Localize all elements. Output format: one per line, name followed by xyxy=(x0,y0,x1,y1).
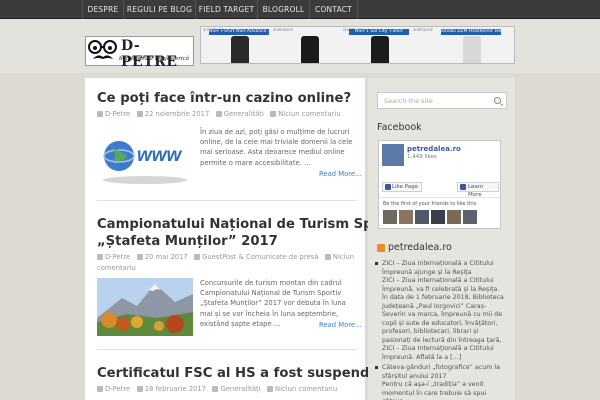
user-icon xyxy=(97,111,103,117)
user-icon xyxy=(97,386,103,392)
ad-banner[interactable]: SHIRTSHOP NSH T-Shirt NSH Advance 16527-… xyxy=(200,26,515,64)
fb-learn-label: Learn More xyxy=(468,184,484,198)
post-comments[interactable]: Niciun comentariu xyxy=(278,110,340,118)
tshirt-image xyxy=(371,36,389,63)
fb-like-page-button[interactable]: Like Page xyxy=(382,182,422,192)
facebook-page-plugin: petredalea.ro 1,449 likes Like Page Lear… xyxy=(378,140,501,229)
fb-friends-text: Be the first of your friends to like thi… xyxy=(383,201,477,207)
nav-item-despre[interactable]: DESPRE xyxy=(82,0,124,19)
bullet-icon xyxy=(375,262,378,265)
tshirt-image xyxy=(231,36,249,63)
ad-item[interactable]: SHIRTSHOP adidas D2M Heathered Tee xyxy=(411,27,514,63)
tshirt-image xyxy=(463,36,481,63)
rss-item-text: ZICI – Ziua Internațională a Cititului Î… xyxy=(382,277,504,361)
post-date: 20 mai 2017 xyxy=(144,253,188,261)
fb-learn-more-button[interactable]: Learn More xyxy=(457,182,499,198)
rss-feed-list: ZICI – Ziua Internațională a Cititului Î… xyxy=(375,260,507,400)
calendar-icon xyxy=(136,111,143,117)
page-avatar[interactable] xyxy=(382,144,404,166)
read-more-link[interactable]: Read More... xyxy=(319,170,362,178)
post-divider xyxy=(97,200,357,201)
post-thumbnail[interactable]: www xyxy=(97,126,193,188)
calendar-icon xyxy=(136,386,143,392)
rss-widget-title[interactable]: petredalea.ro xyxy=(388,242,452,253)
bullet-icon xyxy=(375,366,378,369)
friend-avatar[interactable] xyxy=(399,210,413,224)
post-title[interactable]: Campionatului Național de Turism Sportiv xyxy=(97,216,408,233)
rss-item-text: Pentru că așa-i „tradiția” a venit momen… xyxy=(382,381,487,400)
ad-caption: adidas D2M Heathered Tee xyxy=(441,29,501,35)
post-excerpt: În ziua de azi, poți găsi o mulțime de l… xyxy=(200,128,353,167)
fb-likes-count: 1,449 likes xyxy=(407,154,437,160)
friend-avatar[interactable] xyxy=(431,210,445,224)
search-icon[interactable] xyxy=(494,97,501,104)
friend-avatar[interactable] xyxy=(447,210,461,224)
user-icon xyxy=(97,254,103,260)
read-more-link[interactable]: Read More... xyxy=(319,321,362,329)
logo-tagline: bombăneală blogosferică xyxy=(119,56,189,62)
post-date: 18 februarie 2017 xyxy=(144,385,206,393)
divider xyxy=(379,197,500,198)
comment-icon xyxy=(324,254,331,260)
post-meta: D-Petre 20 mai 2017 GuestPost & Comunica… xyxy=(97,252,357,274)
tshirt-image xyxy=(301,36,319,63)
facebook-icon xyxy=(460,184,466,190)
ad-item[interactable]: SHIRTSHOP xyxy=(271,27,341,63)
ad-item[interactable]: SHIRTSHOP NSH T-Shirt NSH Advance 16527-… xyxy=(201,27,271,63)
rss-item-summary: Pentru că așa-i „tradiția” a venit momen… xyxy=(382,381,507,400)
post-title[interactable]: Certificatul FSC al HS a fost suspendat xyxy=(97,365,385,382)
post-thumbnail[interactable] xyxy=(97,278,193,336)
nav-item-blogroll[interactable]: BLOGROLL xyxy=(258,0,310,19)
folder-icon xyxy=(194,254,201,260)
rss-item-text: ZICI – Ziua Internațională a Cititului Î… xyxy=(382,260,494,276)
rss-item-text: Câteva gânduri „fotografice” acum la sfâ… xyxy=(382,364,500,380)
comment-icon xyxy=(270,111,277,117)
friend-avatar[interactable] xyxy=(463,210,477,224)
search-input[interactable]: Search the site xyxy=(377,92,507,109)
rss-item-summary: ZICI – Ziua Internațională a Cititului Î… xyxy=(382,277,507,362)
post-category[interactable]: Generalități xyxy=(220,385,260,393)
rss-item-link[interactable]: ZICI – Ziua Internațională a Cititului Î… xyxy=(375,260,507,277)
post-meta: D-Petre 18 februarie 2017 Generalități N… xyxy=(97,384,337,395)
post-title[interactable]: Ce poți face într-un cazino online? xyxy=(97,90,351,107)
post-author[interactable]: D-Petre xyxy=(105,253,130,261)
post-meta: D-Petre 22 noiembrie 2017 Generalități N… xyxy=(97,109,341,120)
post-author[interactable]: D-Petre xyxy=(105,385,130,393)
folder-icon xyxy=(212,386,219,392)
friend-avatar[interactable] xyxy=(383,210,397,224)
ad-brand: SHIRTSHOP xyxy=(273,28,293,32)
post-category[interactable]: GuestPost & Comunicate de presă xyxy=(202,253,318,261)
nav-item-reguli-pe-blog[interactable]: REGULI PE BLOG xyxy=(124,0,196,19)
nav-item-contact[interactable]: CONTACT xyxy=(310,0,358,19)
fb-page-name[interactable]: petredalea.ro xyxy=(407,145,461,153)
rss-item-link[interactable]: Câteva gânduri „fotografice” acum la sfâ… xyxy=(375,364,507,381)
post-comments[interactable]: Niciun comentariu xyxy=(275,385,337,393)
post-date: 22 noiembrie 2017 xyxy=(144,110,210,118)
ad-caption: NSH 1 Sol City T-shirt xyxy=(349,29,409,35)
rss-icon[interactable] xyxy=(377,244,385,252)
search-placeholder: Search the site xyxy=(384,97,433,105)
post-title-continued[interactable]: „Ștafeta Munților” 2017 xyxy=(97,233,278,250)
nav-item-field-target[interactable]: FIELD TARGET xyxy=(196,0,258,19)
post-category[interactable]: Generalități xyxy=(224,110,264,118)
site-logo[interactable]: D-PETRE bombăneală blogosferică xyxy=(85,36,194,70)
svg-text:www: www xyxy=(137,145,183,166)
facebook-icon xyxy=(385,184,391,190)
ad-brand: SHIRTSHOP xyxy=(413,28,433,32)
glasses-mustache-icon xyxy=(88,40,117,59)
logo-name: D-PETRE xyxy=(121,38,178,70)
ad-caption: NSH T-Shirt NSH Advance 16527-010 xyxy=(209,29,269,35)
calendar-icon xyxy=(136,254,143,260)
folder-icon xyxy=(215,111,222,117)
facebook-widget-title: Facebook xyxy=(377,122,422,133)
fb-like-label: Like Page xyxy=(392,184,419,190)
post-author[interactable]: D-Petre xyxy=(105,110,130,118)
top-navigation: DESPRE REGULI PE BLOG FIELD TARGET BLOGR… xyxy=(0,0,600,19)
comment-icon xyxy=(267,386,274,392)
post-divider xyxy=(97,349,357,350)
ad-item[interactable]: SHIRTSHOP NSH 1 Sol City T-shirt xyxy=(341,27,411,63)
friend-avatar[interactable] xyxy=(415,210,429,224)
